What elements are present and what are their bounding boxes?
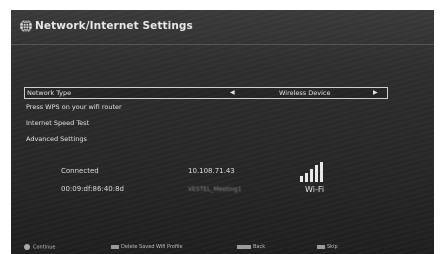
mac-address: 00:09:df:86:40:8d bbox=[61, 185, 124, 193]
ssid-name: VESTEL_Meeting1 bbox=[188, 186, 242, 193]
menu-item-wps[interactable]: Press WPS on your wifi router bbox=[26, 102, 122, 113]
color-key-icon bbox=[111, 244, 119, 249]
menu-item-advanced-settings[interactable]: Advanced Settings bbox=[26, 134, 87, 145]
globe-icon bbox=[20, 19, 32, 33]
back-key-icon bbox=[237, 244, 251, 249]
footer-hints: Continue Delete Saved Wifi Profile Back … bbox=[11, 244, 434, 254]
skip-key-icon bbox=[317, 244, 325, 249]
tv-screen: Network/Internet Settings Network Type ◀… bbox=[11, 10, 434, 254]
continue-hint[interactable]: Continue bbox=[24, 244, 55, 251]
signal-strength-icon bbox=[300, 162, 323, 182]
connection-status: Connected bbox=[61, 167, 99, 175]
back-hint[interactable]: Back bbox=[237, 244, 265, 250]
menu-item-speed-test[interactable]: Internet Speed Test bbox=[26, 118, 89, 129]
menu-item-network-type[interactable]: Network Type ◀ Wireless Device ▶ bbox=[24, 87, 388, 99]
title-bar: Network/Internet Settings bbox=[11, 10, 434, 42]
wifi-label: Wi-Fi bbox=[305, 185, 325, 194]
title-divider bbox=[11, 44, 434, 45]
arrow-right-icon[interactable]: ▶ bbox=[373, 88, 378, 98]
network-type-label: Network Type bbox=[27, 89, 72, 97]
arrow-left-icon[interactable]: ◀ bbox=[230, 88, 235, 98]
delete-profile-hint[interactable]: Delete Saved Wifi Profile bbox=[111, 244, 183, 250]
page-title: Network/Internet Settings bbox=[35, 20, 193, 32]
network-type-value: Wireless Device bbox=[279, 89, 331, 97]
skip-hint[interactable]: Skip bbox=[317, 244, 338, 250]
ok-key-icon bbox=[24, 244, 30, 250]
ip-address: 10.108.71.43 bbox=[188, 167, 235, 175]
